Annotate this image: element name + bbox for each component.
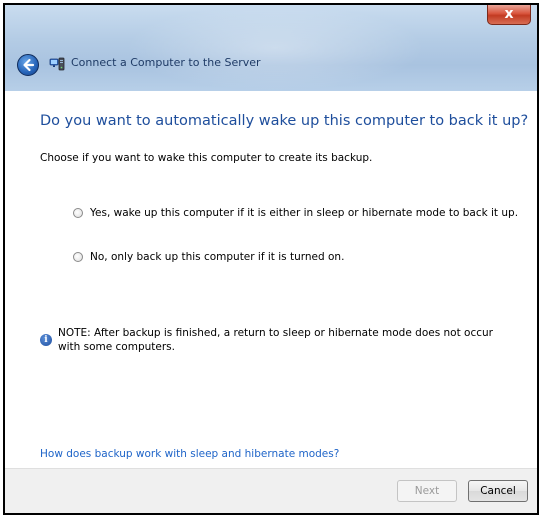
wizard-window: x Connect a Computer to the Server Do yo… [3,3,539,515]
option-only-when-on-label[interactable]: No, only back up this computer if it is … [90,251,344,263]
wizard-content: Do you want to automatically wake up thi… [5,91,537,469]
title-bar: x Connect a Computer to the Server [5,5,537,91]
window-title: Connect a Computer to the Server [71,56,261,69]
option-wake-up[interactable]: Yes, wake up this computer if it is eith… [73,207,518,219]
wizard-footer: Next Cancel [5,468,537,513]
help-link[interactable]: How does backup work with sleep and hibe… [40,448,339,460]
back-button[interactable] [17,54,39,76]
page-heading: Do you want to automatically wake up thi… [40,113,529,129]
close-icon: x [504,6,514,22]
next-button[interactable]: Next [397,480,457,502]
close-button[interactable]: x [487,5,531,25]
title-bar-glow [125,5,425,91]
computer-server-icon [49,56,65,72]
back-arrow-icon [23,58,35,72]
info-icon: i [40,334,52,346]
radio-only-when-on[interactable] [73,252,83,262]
option-only-when-on[interactable]: No, only back up this computer if it is … [73,251,344,263]
radio-wake-up[interactable] [73,208,83,218]
cancel-button[interactable]: Cancel [468,480,528,502]
option-wake-up-label[interactable]: Yes, wake up this computer if it is eith… [90,207,518,219]
page-description: Choose if you want to wake this computer… [40,152,373,164]
note-text: NOTE: After backup is finished, a return… [58,327,493,353]
